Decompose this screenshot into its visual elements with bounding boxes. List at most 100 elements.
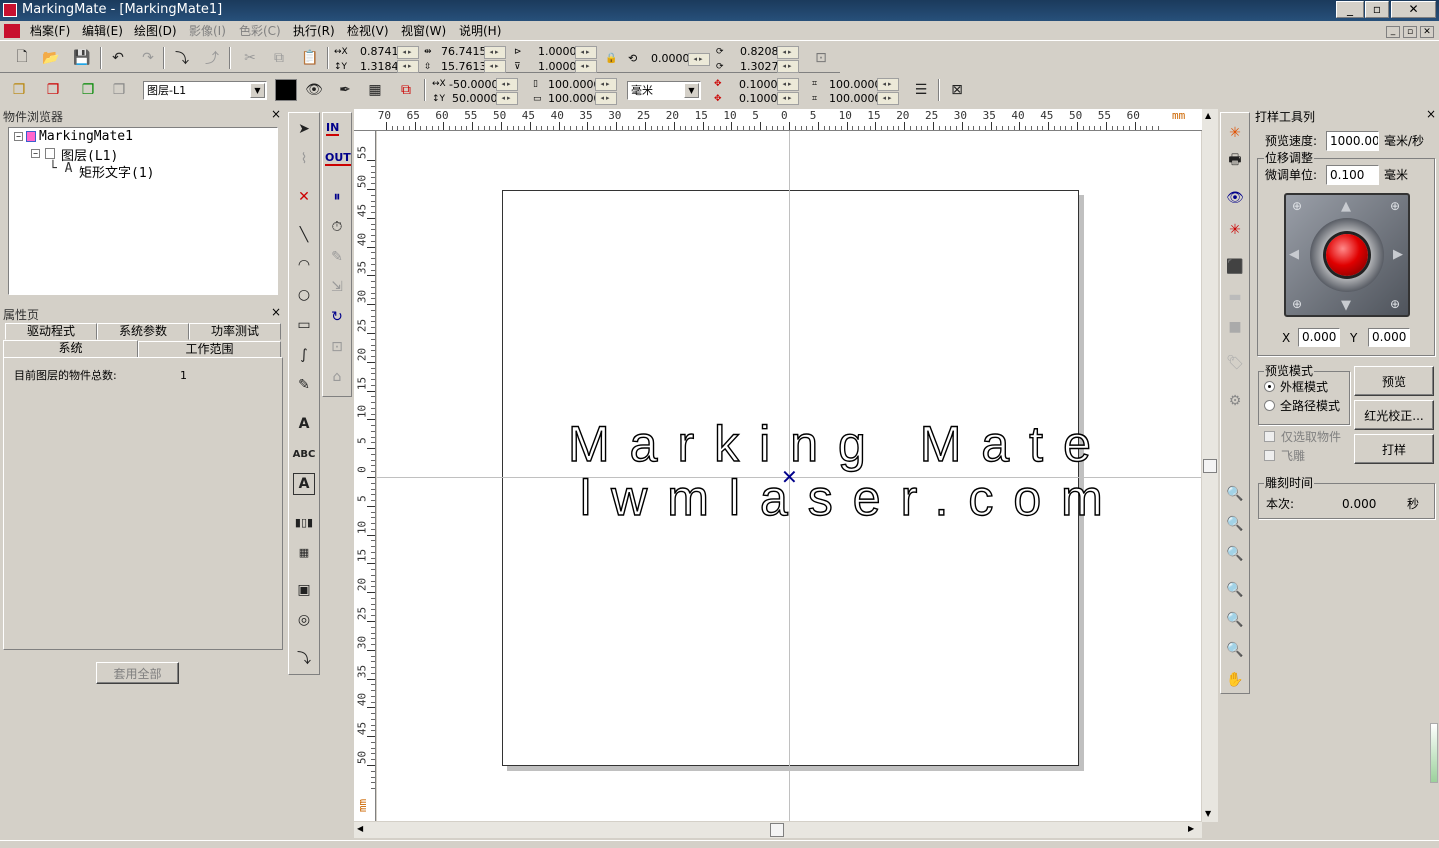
y-pos-spin[interactable]: ◂▸ bbox=[397, 60, 419, 73]
menu-help[interactable]: 说明(H) bbox=[459, 22, 501, 41]
pos-y-spin[interactable]: ◂▸ bbox=[496, 92, 518, 105]
node-edit-icon[interactable]: ⌇ bbox=[293, 148, 315, 170]
zoom-page-icon[interactable]: 🔍 bbox=[1224, 639, 1246, 661]
image-frame-icon[interactable]: ⊠ bbox=[946, 79, 968, 101]
tree-object-label[interactable]: 矩形文字(1) bbox=[79, 162, 154, 181]
arc-tool-icon[interactable]: ◠ bbox=[293, 254, 315, 276]
offset-x-input[interactable]: 0.000 bbox=[1298, 328, 1340, 347]
in-icon[interactable]: IN bbox=[326, 121, 340, 136]
joystick-up-icon[interactable]: ▲ bbox=[1341, 199, 1351, 214]
open-folder-icon[interactable]: 📂 bbox=[40, 47, 62, 69]
wrench-icon[interactable]: ✎ bbox=[326, 246, 348, 268]
menu-view[interactable]: 检视(V) bbox=[347, 22, 389, 41]
menu-run[interactable]: 执行(R) bbox=[293, 22, 335, 41]
grid-y-spin[interactable]: ◂▸ bbox=[777, 92, 799, 105]
rot-center-x-spin[interactable]: ◂▸ bbox=[777, 46, 799, 59]
redo-icon[interactable]: ↷ bbox=[137, 47, 159, 69]
only-selected-checkbox[interactable] bbox=[1264, 431, 1275, 442]
preview-eye-icon[interactable]: 👁 bbox=[1224, 187, 1246, 209]
minimize-button[interactable]: _ bbox=[1336, 1, 1364, 18]
width-spin[interactable]: ◂▸ bbox=[484, 46, 506, 59]
tab-work-range[interactable]: 工作范围 bbox=[138, 341, 281, 358]
scale-icon[interactable]: ⇲ bbox=[326, 276, 348, 298]
joystick-down-icon[interactable]: ▼ bbox=[1341, 298, 1351, 313]
horizontal-scroll-thumb[interactable] bbox=[770, 823, 784, 837]
laser-mark-icon[interactable]: ✳ bbox=[1224, 219, 1246, 241]
rectangle-tool-icon[interactable]: ▭ bbox=[293, 314, 315, 336]
mdi-close-icon[interactable]: ✕ bbox=[1420, 26, 1434, 38]
home-icon[interactable]: ⌂ bbox=[326, 366, 348, 388]
menu-edit[interactable]: 编辑(E) bbox=[82, 22, 123, 41]
fly-checkbox[interactable] bbox=[1264, 450, 1275, 461]
lock-icon[interactable]: 🔒 bbox=[605, 52, 617, 66]
cut-icon[interactable]: ✂ bbox=[239, 47, 261, 69]
layer-dropdown-icon[interactable]: ▼ bbox=[250, 83, 265, 98]
array-x-spin[interactable]: ◂▸ bbox=[877, 78, 899, 91]
import-image-icon[interactable]: ⤵ bbox=[293, 647, 315, 669]
joystick-upleft-icon[interactable]: ⊕ bbox=[1292, 199, 1302, 213]
menu-window[interactable]: 视窗(W) bbox=[401, 22, 446, 41]
tag-icon[interactable]: 🏷 bbox=[1224, 352, 1246, 374]
vertical-scrollbar[interactable]: ▲ ▼ bbox=[1202, 109, 1218, 822]
copy-icon[interactable]: ⧉ bbox=[268, 47, 290, 69]
scale-y-spin[interactable]: ◂▸ bbox=[575, 60, 597, 73]
pan-hand-icon[interactable]: ✋ bbox=[1224, 669, 1246, 691]
menu-image[interactable]: 影像(I) bbox=[189, 22, 226, 41]
tree-layer-expand-icon[interactable]: − bbox=[31, 149, 40, 158]
preview-speed-input[interactable]: 1000.000 bbox=[1326, 131, 1379, 151]
maximize-button[interactable]: ▫ bbox=[1365, 1, 1389, 18]
sample-panel-close-icon[interactable]: × bbox=[1426, 107, 1436, 121]
import-icon[interactable]: ⤵ bbox=[171, 47, 193, 69]
hatch-icon[interactable]: ▦ bbox=[364, 79, 386, 101]
timer-icon[interactable]: ⏱ bbox=[326, 216, 348, 238]
apply-transform-icon[interactable]: ⊡ bbox=[810, 47, 832, 69]
scroll-up-icon[interactable]: ▲ bbox=[1205, 111, 1211, 120]
zoom-all-icon[interactable]: 🔍 bbox=[1224, 609, 1246, 631]
menu-draw[interactable]: 绘图(D) bbox=[134, 22, 177, 41]
arc-text-tool-icon[interactable]: ABC bbox=[293, 443, 316, 465]
rotate-spin[interactable]: ◂▸ bbox=[688, 53, 710, 66]
menu-color[interactable]: 色彩(C) bbox=[239, 22, 281, 41]
height-spin[interactable]: ◂▸ bbox=[484, 60, 506, 73]
out-icon[interactable]: OUT bbox=[325, 151, 351, 166]
outline-icon[interactable]: ⧉ bbox=[395, 79, 417, 101]
tab-system[interactable]: 系统 bbox=[3, 340, 138, 358]
rotate-loop-icon[interactable]: ↻ bbox=[326, 306, 348, 328]
layer-delete-icon[interactable]: ❐ bbox=[42, 79, 64, 101]
select-arrow-icon[interactable]: ➤ bbox=[293, 118, 315, 140]
undo-icon[interactable]: ↶ bbox=[107, 47, 129, 69]
mdi-restore-icon[interactable]: ▫ bbox=[1403, 26, 1417, 38]
mdi-minimize-icon[interactable]: _ bbox=[1386, 26, 1400, 38]
scroll-left-icon[interactable]: ◀ bbox=[357, 824, 363, 833]
joystick-left-icon[interactable]: ◀ bbox=[1289, 247, 1299, 262]
vertical-scroll-thumb[interactable] bbox=[1203, 459, 1217, 473]
save-icon[interactable]: 💾 bbox=[71, 47, 93, 69]
frame-icon[interactable]: ⊡ bbox=[326, 336, 348, 358]
object-browser-close-icon[interactable]: × bbox=[271, 107, 281, 121]
x-pos-spin[interactable]: ◂▸ bbox=[397, 46, 419, 59]
menu-file[interactable]: 档案(F) bbox=[30, 22, 70, 41]
align-icon[interactable]: ▬ bbox=[1224, 286, 1246, 308]
zoom-window-icon[interactable]: 🔍 bbox=[1224, 579, 1246, 601]
device-icon[interactable]: 🖶 bbox=[1224, 150, 1246, 172]
joystick-upright-icon[interactable]: ⊕ bbox=[1390, 199, 1400, 213]
new-file-icon[interactable]: 🗋 bbox=[11, 47, 33, 69]
layer-import-icon[interactable]: ❐ bbox=[77, 79, 99, 101]
zoom-in-icon[interactable]: 🔍 bbox=[1224, 483, 1246, 505]
print-sample-button[interactable]: 打样 bbox=[1354, 434, 1434, 464]
scroll-down-icon[interactable]: ▼ bbox=[1205, 809, 1211, 818]
rot-center-y-spin[interactable]: ◂▸ bbox=[777, 60, 799, 73]
array-tool-icon[interactable]: ▣ bbox=[293, 579, 315, 601]
close-button[interactable]: ✕ bbox=[1391, 1, 1436, 18]
tree-root-label[interactable]: MarkingMate1 bbox=[39, 129, 133, 144]
laser-spark-icon[interactable]: ✳ bbox=[1224, 122, 1246, 144]
ellipse-tool-icon[interactable]: ○ bbox=[293, 284, 315, 306]
array-y-spin[interactable]: ◂▸ bbox=[877, 92, 899, 105]
text-object-line1[interactable]: Marking Mate bbox=[567, 415, 1111, 472]
visibility-icon[interactable]: 👁 bbox=[303, 79, 325, 101]
barcode-1d-icon[interactable]: ▮▯▮ bbox=[293, 511, 315, 533]
curve-tool-icon[interactable]: ∫ bbox=[293, 344, 315, 366]
mode-full-radio[interactable] bbox=[1264, 400, 1275, 411]
scroll-right-icon[interactable]: ▶ bbox=[1188, 824, 1194, 833]
paste-icon[interactable]: 📋 bbox=[299, 47, 321, 69]
